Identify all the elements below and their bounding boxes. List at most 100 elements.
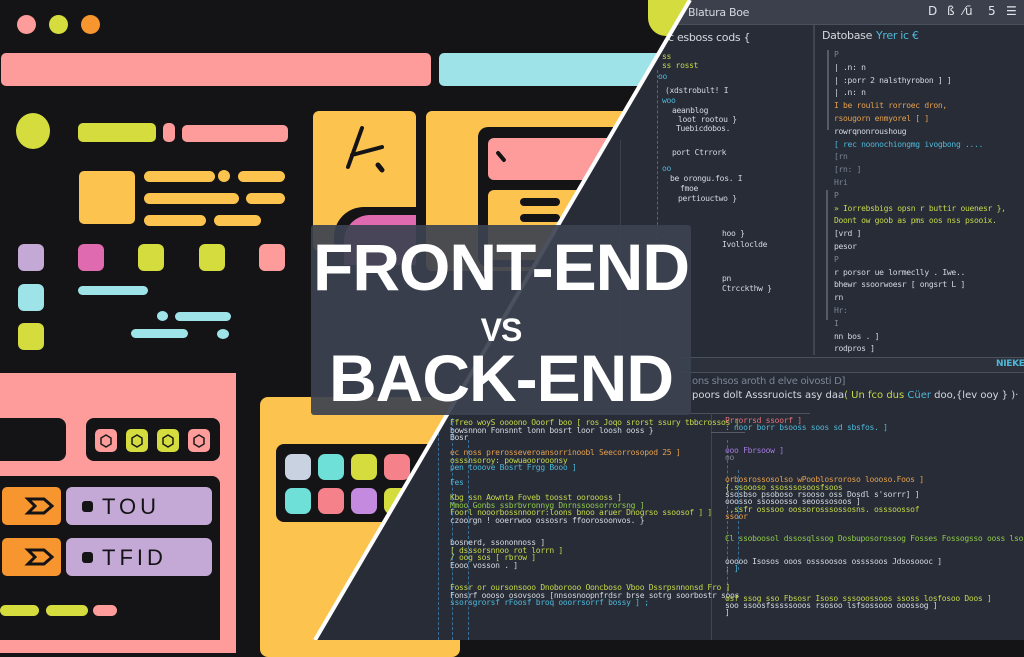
swatch-pink[interactable] (259, 244, 285, 271)
title-banner: FRONT-END VS BACK-END (311, 225, 691, 415)
code-line: .,ssfr osssoo oossorosssossosns. osssoos… (725, 504, 920, 514)
code-line: [vrd ] (834, 229, 862, 239)
code-line: | .n: n (834, 88, 866, 98)
chevron-right-icon (24, 548, 55, 566)
text-line (214, 215, 261, 226)
menu-icon[interactable]: ☰ (1006, 4, 1017, 18)
code-line: » Iorrebsbigs opsn r buttir ouenesr }, (834, 203, 1006, 213)
code-line: Fes (450, 478, 464, 487)
nav-bar-pink (1, 53, 431, 86)
palette-swatch[interactable] (285, 488, 311, 514)
code-line: | :porr 2 nalsthyrobon ] ] (834, 75, 952, 85)
heading-bar-small (163, 123, 175, 142)
swatch-lime[interactable] (18, 323, 44, 350)
swatch-lavender[interactable] (18, 244, 44, 271)
code-line: Tuebicdobos. (676, 124, 731, 133)
palette-swatch[interactable] (318, 488, 344, 514)
cursor-icon (346, 126, 385, 173)
code-line: bhewr ssoorwoesr [ ongsrt L ] (834, 280, 965, 290)
swatch-magenta[interactable] (78, 244, 104, 271)
code-line: loot rootou } (678, 115, 737, 124)
bullet-icon (82, 501, 93, 512)
code-line: r porsor ue lormeclly . Iwe.. (834, 267, 965, 277)
list-item-tou[interactable]: TOU (66, 487, 212, 525)
indent-guide (438, 418, 440, 640)
bullet-icon (82, 552, 93, 563)
progress-segment (93, 605, 117, 616)
code-line: woo (662, 96, 676, 105)
avatar-placeholder (16, 113, 50, 149)
code-line: fmoe (680, 184, 699, 193)
chart-icon[interactable]: ⁄ū (963, 4, 973, 18)
console-text: doo,{lev ooy } )· (931, 390, 1019, 401)
console-text: ( Un fco dus (844, 390, 905, 401)
code-line: czoorgn ! ooerrwoo ossosrs ffoorosoonvos… (450, 515, 645, 525)
indent-guide (657, 70, 659, 240)
thumbnail-placeholder (79, 171, 135, 224)
gear-icon[interactable]: ß (947, 4, 955, 18)
heading-bar-pink (182, 125, 288, 142)
text-line-cyan (131, 329, 188, 338)
window-close-dot[interactable] (17, 15, 36, 34)
code-line: Hr: (834, 306, 848, 315)
code-line: [ rec noonochiongmg ivogbong .... (834, 139, 984, 149)
code-line: oo (662, 164, 672, 173)
chevron-right-icon (24, 497, 55, 515)
code-line: ssorsgrorsf rFoosf broq ooorrsorrf bossy… (450, 598, 649, 607)
swatch-lime[interactable] (199, 244, 225, 271)
code-line: ooooo Isosos ooos osssoosos ossssoos Jds… (725, 556, 942, 566)
editor-toolbar: D ß ⁄ū 5 ☰ (928, 4, 1024, 22)
pane-divider[interactable] (813, 25, 815, 355)
palette-swatch[interactable] (318, 454, 344, 480)
hexagon-icon (162, 434, 174, 448)
code-line: Doont ow goob as pms oos nss psooix. (834, 216, 997, 226)
palette-swatch[interactable] (351, 454, 377, 480)
code-line: aeanblog (672, 106, 709, 115)
code-line: P (834, 190, 839, 200)
right-pane-header: Datobase (822, 29, 873, 42)
code-line: P (834, 254, 839, 264)
swatch-lime[interactable] (138, 244, 164, 271)
progress-segment (46, 605, 88, 616)
palette-swatch[interactable] (285, 454, 311, 480)
text-line (144, 215, 206, 226)
window-maximize-dot[interactable] (81, 15, 100, 34)
code-line: pesor (834, 242, 857, 251)
code-line: pertiouctwo } (678, 194, 737, 203)
palette-swatch[interactable] (384, 454, 410, 480)
console-text: poors dolt Asssruoicts asy daa (692, 390, 845, 401)
title-front-end: FRONT-END (313, 230, 690, 304)
text-line-cyan (175, 312, 231, 321)
code-line: ] (725, 608, 730, 618)
code-line: rowrqnonroushoug (834, 126, 907, 136)
text-line-cyan (78, 286, 148, 295)
code-line: rsougorn enmyorel [ ] (834, 114, 929, 123)
bottom-pane-divider[interactable] (711, 413, 712, 640)
right-pane-gutter (826, 190, 828, 320)
code-line: (xdstrobult! I (665, 86, 729, 95)
hexagon-icon (131, 434, 143, 448)
list-item-tfid[interactable]: TFID (66, 538, 212, 576)
dark-input-block[interactable] (0, 418, 66, 461)
code-line: I be roulit rorroec dron, (834, 101, 947, 111)
palette-swatch[interactable] (351, 488, 377, 514)
code-line: oo (725, 453, 735, 462)
code-line: ; ] (725, 564, 739, 573)
code-line: Ctrcckthw } (722, 284, 772, 293)
mockup-line (520, 198, 560, 206)
code-line: rodpros ] (834, 344, 875, 354)
code-line: port Ctrrork (672, 148, 727, 157)
swatch-cyan[interactable] (18, 284, 44, 311)
list-item-label: TFID (102, 545, 167, 570)
refresh-icon[interactable]: 5 (988, 4, 996, 18)
list-item-label: TOU (102, 494, 161, 519)
mockup-line (520, 214, 560, 222)
code-line: : noor borr bsooss soos sd sbsfos. ] (725, 423, 888, 433)
right-pane-header-accent: Yrer ic € (876, 29, 919, 42)
code-line: ss (662, 52, 672, 61)
window-minimize-dot[interactable] (49, 15, 68, 34)
code-line: bowsnnon Fonsnnt lonn bosrt loor loosh o… (450, 425, 654, 435)
play-icon[interactable]: D (928, 4, 937, 18)
text-dot (218, 170, 230, 182)
text-line (246, 193, 285, 204)
